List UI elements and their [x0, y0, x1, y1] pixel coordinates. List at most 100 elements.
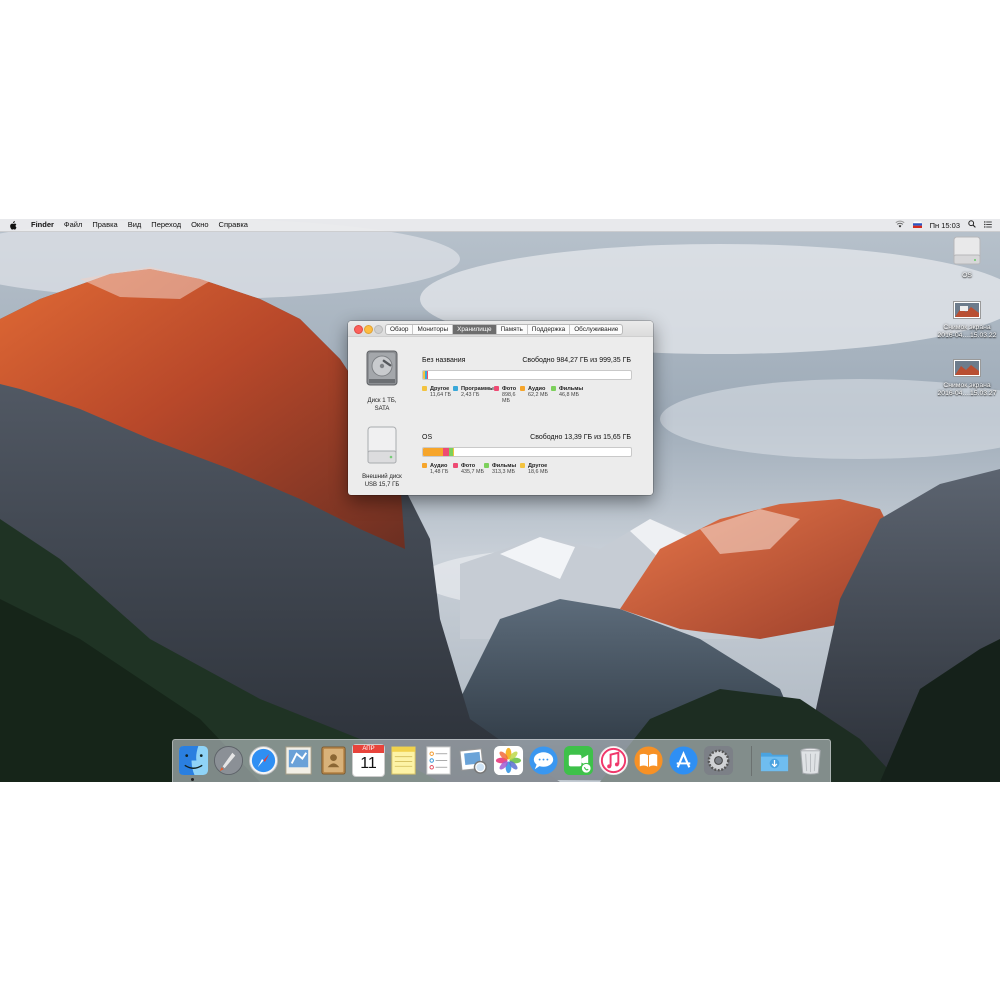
finder-icon[interactable] [178, 745, 209, 776]
menu-help[interactable]: Справка [214, 219, 253, 231]
tab-memory[interactable]: Память [495, 325, 527, 334]
legend-label: Аудио [430, 462, 448, 469]
storage-window: Обзор Мониторы Хранилище Память Поддержк… [348, 321, 653, 495]
legend-swatch [453, 386, 458, 391]
tab-service[interactable]: Обслуживание [569, 325, 622, 334]
legend-value: 11,64 ГБ [430, 392, 452, 398]
safari-icon[interactable] [248, 745, 279, 776]
window-titlebar[interactable]: Обзор Мониторы Хранилище Память Поддержк… [348, 321, 653, 337]
disk-caption-line2: USB 15,7 ГБ [364, 482, 400, 488]
desktop-item-label-date: 2016-04....15.03.27 [937, 390, 997, 397]
disk-volume-name: OS [422, 434, 433, 441]
desktop-item-label: Снимок экрана [943, 324, 991, 331]
legend-label: Фильмы [559, 385, 584, 392]
menu-go[interactable]: Переход [146, 219, 186, 231]
wifi-icon[interactable] [895, 220, 905, 230]
app-store-icon[interactable] [668, 745, 699, 776]
facetime-icon[interactable] [563, 745, 594, 776]
trash-icon[interactable] [795, 745, 826, 776]
legend-item: Аудио 1,48 ГБ [422, 462, 453, 476]
desktop-wallpaper [0, 219, 1000, 782]
status-area: Пн 15:03 [887, 219, 1000, 231]
screenshot-thumbnail-icon [953, 359, 981, 377]
legend-item: Фильмы 313,3 МБ [484, 462, 520, 476]
menu-app-finder[interactable]: Finder [26, 219, 59, 231]
disk-free-space: Свободно 984,27 ГБ из 999,35 ГБ [522, 357, 631, 364]
legend-swatch [494, 386, 499, 391]
close-window-button[interactable] [354, 325, 363, 334]
legend-value: 313,3 МБ [492, 469, 516, 475]
external-drive-icon [953, 236, 981, 265]
legend-item: Другое 18,6 МБ [520, 462, 550, 476]
desktop-screen: Finder Файл Правка Вид Переход Окно Спра… [0, 219, 1000, 782]
menu-edit[interactable]: Правка [87, 219, 122, 231]
legend-value: 2,43 ГБ [461, 392, 480, 398]
legend-label: Другое [528, 462, 548, 469]
dock: АПР 11 [172, 739, 831, 782]
menu-window[interactable]: Окно [186, 219, 213, 231]
calendar-day: 11 [360, 755, 377, 772]
disk-free-space: Свободно 13,39 ГБ из 15,65 ГБ [530, 434, 631, 441]
storage-usage-bar[interactable] [422, 370, 632, 380]
legend-swatch [422, 386, 427, 391]
legend-item: Другое 11,64 ГБ [422, 385, 453, 399]
calendar-month: АПР [353, 745, 384, 753]
language-flag-icon[interactable] [912, 220, 922, 230]
calendar-icon[interactable]: АПР 11 [353, 745, 384, 776]
legend-swatch [551, 386, 556, 391]
mail-icon[interactable] [283, 745, 314, 776]
disk-caption: Внешний диск USB 15,7 ГБ [356, 473, 408, 489]
zoom-window-button[interactable] [374, 325, 383, 334]
legend-swatch [520, 386, 525, 391]
photos-icon[interactable] [493, 745, 524, 776]
legend-label: Фильмы [492, 462, 517, 469]
itunes-icon[interactable] [598, 745, 629, 776]
storage-usage-bar[interactable] [422, 447, 632, 457]
legend-item: Аудио 62,2 МБ [520, 385, 551, 399]
tab-overview[interactable]: Обзор [386, 325, 412, 334]
storage-bar-segment[interactable] [423, 448, 443, 456]
apple-menu-icon[interactable] [9, 219, 19, 231]
menu-file[interactable]: Файл [59, 219, 87, 231]
launchpad-icon[interactable] [213, 745, 244, 776]
storage-bar-segment[interactable] [426, 371, 428, 379]
desktop-item-label-date: 2016-04....15.03.22 [937, 332, 997, 339]
notification-center-icon[interactable] [984, 220, 992, 230]
spotlight-search-icon[interactable] [968, 220, 976, 230]
legend-value: 18,6 МБ [528, 469, 549, 475]
desktop-item-os-drive[interactable]: OS [935, 235, 999, 280]
disk-caption: Диск 1 ТБ, SATA [356, 397, 408, 413]
system-preferences-icon[interactable] [703, 745, 734, 776]
preview-icon[interactable] [458, 745, 489, 776]
legend-value: 62,2 МБ [528, 392, 549, 398]
legend-label: Другое [430, 385, 450, 392]
legend-value: 1,48 ГБ [430, 469, 449, 475]
legend-value: 46,8 МБ [559, 392, 580, 398]
desktop-item-screenshot-1[interactable]: Снимок экрана 2016-04....15.03.22 [935, 301, 999, 340]
disk-caption-line1: Диск 1 ТБ, [367, 398, 397, 404]
legend-swatch [422, 463, 427, 468]
legend-swatch [520, 463, 525, 468]
legend-item: Фото 898,6 МБ [494, 385, 520, 404]
external-usb-drive-icon [362, 425, 402, 470]
desktop-item-screenshot-2[interactable]: Снимок экрана 2016-04....15.03.27 [935, 359, 999, 398]
contacts-icon[interactable] [318, 745, 349, 776]
tab-displays[interactable]: Мониторы [412, 325, 452, 334]
disk-caption-line1: Внешний диск [362, 474, 402, 480]
menu-clock[interactable]: Пн 15:03 [930, 221, 960, 230]
messages-icon[interactable] [528, 745, 559, 776]
menu-view[interactable]: Вид [123, 219, 147, 231]
ibooks-icon[interactable] [633, 745, 664, 776]
window-tab-bar: Обзор Мониторы Хранилище Память Поддержк… [385, 324, 624, 335]
downloads-folder-icon[interactable] [759, 745, 790, 776]
tab-support[interactable]: Поддержка [526, 325, 569, 334]
storage-bar-segment[interactable] [452, 448, 454, 456]
legend-item: Программы 2,43 ГБ [453, 385, 494, 399]
reminders-icon[interactable] [423, 745, 454, 776]
desktop-item-label: OS [962, 272, 972, 279]
notes-icon[interactable] [388, 745, 419, 776]
disk-caption-line2: SATA [374, 406, 390, 412]
tab-storage[interactable]: Хранилище [452, 325, 496, 334]
legend-label: Фото [502, 385, 517, 392]
minimize-window-button[interactable] [364, 325, 373, 334]
